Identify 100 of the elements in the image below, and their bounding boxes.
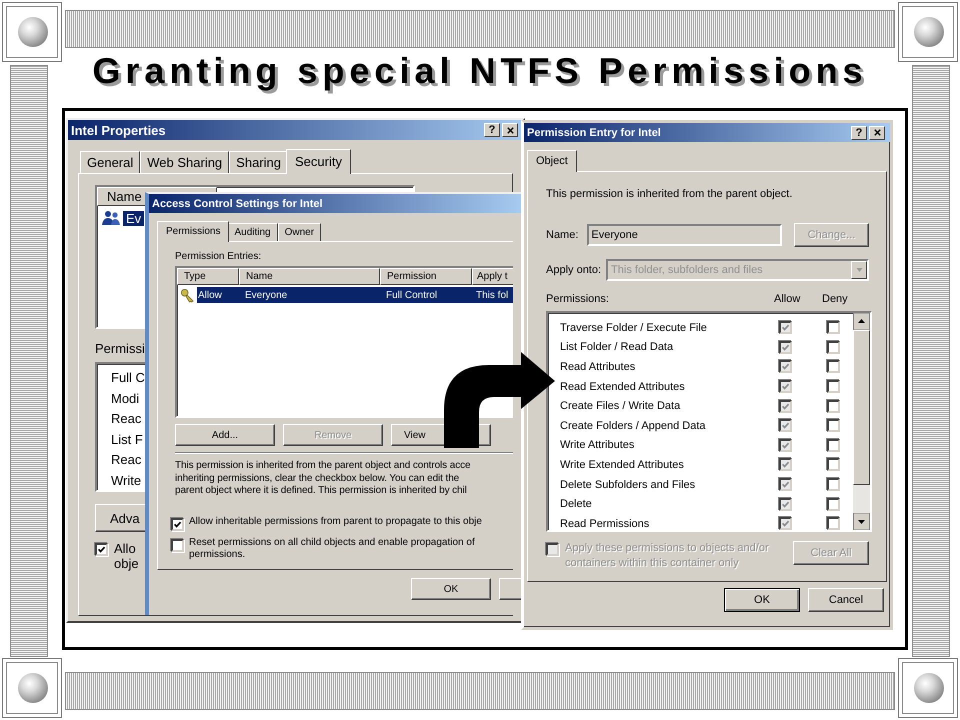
- header-text: Type: [184, 271, 206, 282]
- button[interactable]: Add...: [175, 424, 275, 446]
- checkbox-label: Allow inheritable permissions from parent to propagate to this obje: [189, 516, 482, 528]
- column-header[interactable]: Permission: [380, 268, 472, 285]
- checkmark-icon: [781, 342, 790, 352]
- column-header: Deny: [822, 293, 849, 305]
- permission-name: Read Attributes: [560, 360, 636, 373]
- checkmark-icon: [173, 520, 182, 528]
- close-button[interactable]: [869, 126, 885, 140]
- column-header: Allow: [774, 293, 802, 305]
- help-button[interactable]: ?: [484, 123, 500, 137]
- checkbox-label: Allo obje: [114, 541, 139, 571]
- header-text: Permission: [387, 271, 436, 282]
- checkmark-icon: [781, 460, 790, 470]
- checkbox[interactable]: [779, 340, 792, 354]
- list-item: Reac: [111, 411, 142, 426]
- table-cell: This fol: [476, 290, 508, 300]
- checkbox[interactable]: [827, 340, 840, 354]
- tab[interactable]: Web Sharing: [140, 151, 230, 173]
- tab[interactable]: Permissions: [157, 221, 230, 242]
- list-item[interactable]: Ev: [123, 210, 144, 226]
- checkbox[interactable]: [827, 380, 840, 394]
- close-button[interactable]: [502, 123, 518, 137]
- section-label: Permissi: [95, 341, 146, 356]
- help-button[interactable]: ?: [851, 126, 867, 140]
- list-item: Reac: [111, 452, 142, 468]
- button[interactable]: Cancel: [808, 588, 884, 612]
- section-label: Permissions:: [546, 293, 610, 305]
- checkmark-icon: [781, 440, 790, 450]
- permission-name: Delete: [560, 498, 593, 510]
- checkbox[interactable]: [827, 438, 840, 452]
- checkbox[interactable]: [95, 543, 108, 556]
- checkbox[interactable]: [827, 458, 840, 472]
- info-text: This permission is inherited from the parent object.: [546, 188, 794, 200]
- checkbox[interactable]: [779, 458, 792, 472]
- permission-name: Delete Subfolders and Files: [560, 478, 696, 491]
- field-label: Name:: [546, 229, 578, 241]
- group-icon: [101, 210, 121, 226]
- list-item: Modi: [111, 390, 140, 406]
- checkbox[interactable]: [827, 321, 840, 334]
- checkbox[interactable]: [827, 400, 840, 413]
- scrollbar[interactable]: [853, 313, 870, 530]
- tab[interactable]: Object: [527, 150, 577, 172]
- checkbox[interactable]: [171, 518, 184, 530]
- header-text: Name: [107, 189, 142, 204]
- checkmark-icon: [781, 421, 790, 430]
- table-cell: Full Control: [386, 290, 438, 300]
- ok-button[interactable]: OK: [411, 578, 491, 600]
- checkbox[interactable]: [779, 517, 792, 530]
- checkbox[interactable]: [779, 419, 792, 432]
- checkbox-label: Apply these permissions to objects and/or containers within this container only: [565, 541, 769, 571]
- permission-name: Write Attributes: [560, 439, 636, 452]
- sphere-decoration: [18, 673, 48, 703]
- sphere-decoration: [914, 17, 944, 47]
- checkmark-icon: [97, 545, 106, 554]
- sphere-decoration: [914, 673, 944, 703]
- permission-name: Create Folders / Append Data: [560, 420, 707, 432]
- checkmark-icon: [781, 519, 790, 528]
- checkbox[interactable]: [171, 538, 184, 552]
- button[interactable]: OK: [724, 588, 800, 612]
- permission-name: Read Permissions: [560, 518, 650, 530]
- permission-name: Create Files / Write Data: [560, 400, 682, 412]
- checkbox[interactable]: [779, 360, 792, 374]
- permission-name: Read Extended Attributes: [560, 380, 686, 393]
- checkbox[interactable]: [827, 498, 840, 511]
- table-cell: Allow: [198, 290, 222, 300]
- tab[interactable]: Owner: [278, 223, 322, 241]
- column-header[interactable]: Type: [177, 268, 239, 285]
- caret-icon: [856, 268, 862, 272]
- window-title: Access Control Settings for Intel: [152, 198, 324, 210]
- checkmark-icon: [781, 480, 790, 490]
- close-icon: [872, 128, 882, 137]
- checkbox[interactable]: [779, 478, 792, 492]
- table-cell: Everyone: [245, 290, 288, 300]
- checkbox[interactable]: [779, 321, 792, 334]
- checkbox[interactable]: [827, 478, 840, 492]
- column-header[interactable]: Name: [239, 268, 380, 285]
- checkbox[interactable]: [779, 498, 792, 511]
- window-title: Permission Entry for Intel: [527, 126, 662, 138]
- tab[interactable]: Security: [286, 149, 351, 174]
- checkmark-icon: [781, 402, 790, 411]
- column-header[interactable]: Apply t: [472, 268, 513, 285]
- checkmark-icon: [781, 500, 790, 509]
- checkbox-label: Reset permissions on all child objects and enable propagation of permissions.: [189, 536, 475, 560]
- checkbox[interactable]: [779, 400, 792, 413]
- slide-title: Granting special NTFS Permissions: [91, 50, 869, 92]
- checkmark-icon: [781, 323, 790, 332]
- checkbox[interactable]: [779, 438, 792, 452]
- tab[interactable]: Auditing: [227, 223, 278, 241]
- checkbox[interactable]: [827, 419, 840, 432]
- field-label: Apply onto:: [546, 264, 602, 276]
- list-item: List F: [111, 432, 143, 447]
- header-text: Name: [246, 271, 273, 282]
- checkbox[interactable]: [779, 380, 792, 394]
- name-field[interactable]: Everyone: [587, 224, 782, 246]
- section-label: Permission Entries:: [175, 251, 262, 262]
- checkmark-icon: [781, 362, 790, 372]
- tab[interactable]: General: [80, 151, 140, 173]
- checkbox[interactable]: [827, 517, 840, 530]
- checkbox[interactable]: [827, 360, 840, 374]
